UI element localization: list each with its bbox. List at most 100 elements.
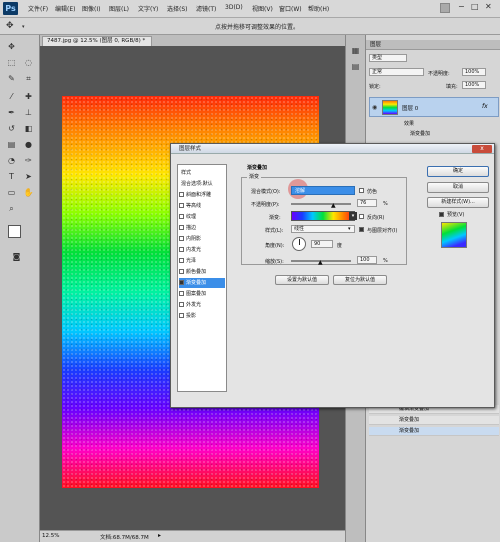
style-list-item[interactable]: 外发光 bbox=[179, 300, 225, 310]
angle-dial[interactable] bbox=[292, 237, 306, 251]
document-tab[interactable]: 7487.jpg @ 12.5% (图层 0, RGB/8) * bbox=[42, 36, 152, 46]
properties-panel-icon[interactable]: ▤ bbox=[349, 61, 362, 73]
zoom-level[interactable]: 12.5% bbox=[42, 533, 59, 539]
menu-filter[interactable]: 滤镜(T) bbox=[196, 4, 216, 13]
effect-gradient-overlay[interactable]: 渐变叠加 bbox=[410, 130, 430, 137]
opacity-slider-thumb-icon[interactable]: ▲ bbox=[331, 203, 336, 209]
style-list-item[interactable]: 图案叠加 bbox=[179, 289, 225, 299]
layer-blend-mode[interactable]: 正常 bbox=[369, 68, 424, 76]
style-item-checkbox[interactable] bbox=[179, 269, 184, 274]
style-item-checkbox[interactable] bbox=[179, 214, 184, 219]
lasso-icon[interactable]: ◌ bbox=[22, 57, 35, 69]
maximize-icon[interactable]: □ bbox=[471, 2, 479, 11]
zoom-icon[interactable]: ⌕ bbox=[5, 203, 18, 215]
history-item[interactable]: 渐变叠加 bbox=[369, 427, 499, 436]
style-item-checkbox[interactable] bbox=[179, 280, 184, 285]
style-item-checkbox[interactable] bbox=[179, 258, 184, 263]
menu-file[interactable]: 文件(F) bbox=[28, 4, 48, 13]
menu-select[interactable]: 选择(S) bbox=[167, 4, 188, 13]
opacity-field[interactable]: 76 bbox=[357, 199, 377, 207]
crop-icon[interactable]: ⌗ bbox=[22, 73, 35, 85]
style-list-item[interactable]: 等高线 bbox=[179, 201, 225, 211]
style-dropdown-icon[interactable]: ▾ bbox=[348, 226, 351, 232]
marquee-icon[interactable]: ⬚ bbox=[5, 57, 18, 69]
reset-default-button[interactable]: 复位为默认值 bbox=[333, 275, 387, 285]
layers-panel-title[interactable]: 图层 bbox=[366, 40, 500, 50]
gradient-dropdown-icon[interactable]: ▾ bbox=[349, 212, 357, 220]
stamp-icon[interactable]: ⊥ bbox=[22, 107, 35, 119]
style-list-item[interactable]: 纹理 bbox=[179, 212, 225, 222]
eraser-icon[interactable]: ◧ bbox=[22, 123, 35, 135]
gradient-picker[interactable] bbox=[291, 211, 355, 221]
status-arrow-icon[interactable]: ▸ bbox=[158, 532, 161, 539]
layer-row-layer-0[interactable]: ◉ 图层 0 fx bbox=[369, 97, 499, 117]
opacity-slider[interactable] bbox=[291, 203, 351, 205]
menu-view[interactable]: 视图(V) bbox=[252, 4, 273, 13]
history-brush-icon[interactable]: ↺ bbox=[5, 123, 18, 135]
style-item-checkbox[interactable] bbox=[179, 302, 184, 307]
history-item[interactable]: 渐变叠加 bbox=[369, 416, 499, 425]
quick-mask-icon[interactable]: ◙ bbox=[10, 251, 23, 263]
blur-icon[interactable]: ● bbox=[22, 139, 35, 151]
style-list-item[interactable]: 样式 bbox=[179, 168, 225, 178]
history-panel-icon[interactable]: ▦ bbox=[349, 45, 362, 57]
menu-help[interactable]: 帮助(H) bbox=[308, 4, 329, 13]
menu-3d[interactable]: 3D(D) bbox=[225, 4, 243, 11]
make-default-button[interactable]: 设置为默认值 bbox=[275, 275, 329, 285]
style-list-item[interactable]: 投影 bbox=[179, 311, 225, 321]
new-style-button[interactable]: 新建样式(W)... bbox=[427, 197, 489, 208]
scale-field[interactable]: 100 bbox=[357, 256, 377, 264]
menu-layer[interactable]: 图层(L) bbox=[109, 4, 129, 13]
scale-slider-thumb-icon[interactable]: ▲ bbox=[318, 260, 323, 266]
minimize-icon[interactable]: − bbox=[458, 2, 465, 11]
cancel-button[interactable]: 取消 bbox=[427, 182, 489, 193]
style-item-checkbox[interactable] bbox=[179, 236, 184, 241]
style-list-item[interactable]: 描边 bbox=[179, 223, 225, 233]
layer-name[interactable]: 图层 0 bbox=[402, 104, 418, 112]
style-item-checkbox[interactable] bbox=[179, 247, 184, 252]
eyedropper-icon[interactable]: ⁄ bbox=[5, 91, 18, 103]
healing-icon[interactable]: ✚ bbox=[22, 91, 35, 103]
menu-image[interactable]: 图像(I) bbox=[82, 4, 100, 13]
reverse-checkbox[interactable] bbox=[359, 214, 364, 219]
style-item-checkbox[interactable] bbox=[179, 225, 184, 230]
path-select-icon[interactable]: ➤ bbox=[22, 171, 35, 183]
pen-icon[interactable]: ✑ bbox=[22, 155, 35, 167]
move-icon[interactable]: ✥ bbox=[5, 41, 18, 53]
brush-icon[interactable]: ✒ bbox=[5, 107, 18, 119]
style-list-item[interactable]: 光泽 bbox=[179, 256, 225, 266]
style-select[interactable]: 线性 bbox=[291, 225, 355, 233]
effects-label[interactable]: 效果 bbox=[404, 120, 414, 127]
shape-icon[interactable]: ▭ bbox=[5, 187, 18, 199]
move-tool-icon[interactable]: ✥ bbox=[6, 21, 18, 31]
dodge-icon[interactable]: ◔ bbox=[5, 155, 18, 167]
type-icon[interactable]: T bbox=[5, 171, 18, 183]
style-item-checkbox[interactable] bbox=[179, 203, 184, 208]
menu-type[interactable]: 文字(Y) bbox=[138, 4, 158, 13]
layer-opacity-field[interactable]: 100% bbox=[462, 68, 486, 76]
preview-checkbox[interactable] bbox=[439, 212, 444, 217]
align-checkbox[interactable] bbox=[359, 227, 364, 232]
style-list-item[interactable]: 斜面和浮雕 bbox=[179, 190, 225, 200]
dialog-title[interactable]: 图层样式 bbox=[171, 144, 494, 154]
workspace-icon[interactable] bbox=[440, 3, 450, 13]
close-window-icon[interactable]: ✕ bbox=[485, 2, 492, 11]
style-item-checkbox[interactable] bbox=[179, 313, 184, 318]
style-list-item[interactable]: 颜色叠加 bbox=[179, 267, 225, 277]
foreground-color-swatch[interactable] bbox=[8, 225, 21, 238]
style-item-checkbox[interactable] bbox=[179, 291, 184, 296]
style-list-item[interactable]: 内阴影 bbox=[179, 234, 225, 244]
hand-icon[interactable]: ✋ bbox=[22, 187, 35, 199]
style-list-item[interactable]: 渐变叠加 bbox=[179, 278, 225, 288]
fx-icon[interactable]: fx bbox=[482, 103, 488, 110]
dialog-close-button[interactable]: x bbox=[472, 145, 492, 153]
style-list-item[interactable]: 混合选项:默认 bbox=[179, 179, 225, 189]
layer-fill-field[interactable]: 100% bbox=[462, 81, 486, 89]
style-item-checkbox[interactable] bbox=[179, 192, 184, 197]
gradient-icon[interactable]: ▤ bbox=[5, 139, 18, 151]
style-list-item[interactable]: 内发光 bbox=[179, 245, 225, 255]
quick-select-icon[interactable]: ✎ bbox=[5, 73, 18, 85]
angle-field[interactable]: 90 bbox=[311, 240, 333, 248]
ok-button[interactable]: 确定 bbox=[427, 166, 489, 177]
layer-filter-kind[interactable]: 类型 bbox=[369, 54, 407, 62]
